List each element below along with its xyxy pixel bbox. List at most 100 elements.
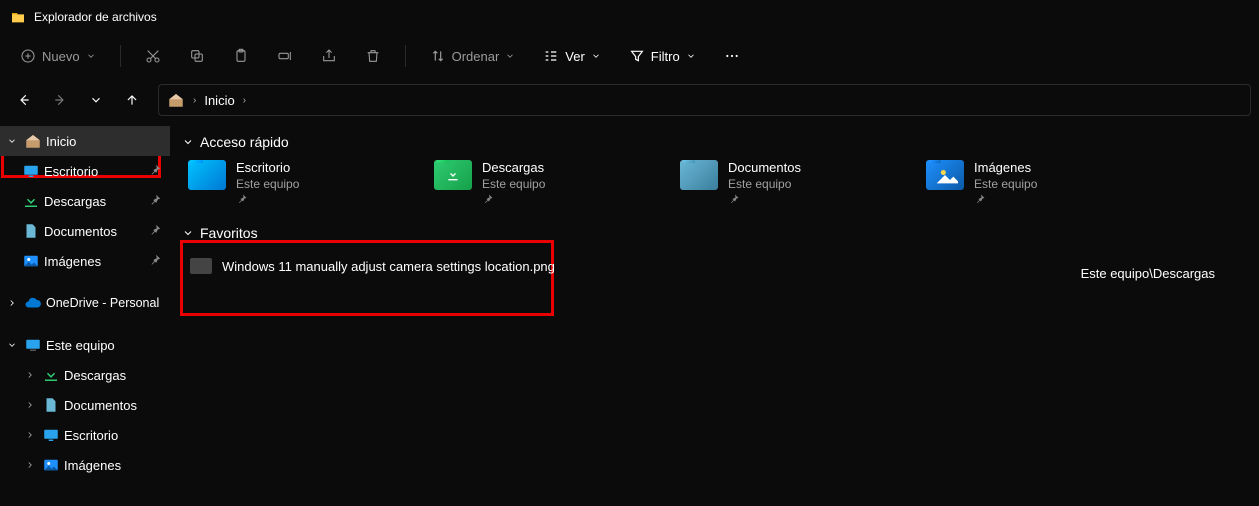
share-icon [321, 48, 337, 64]
sidebar-item-label: Inicio [46, 134, 76, 149]
section-quick-access[interactable]: Acceso rápido [182, 128, 1249, 156]
quick-access-sub: Este equipo [482, 177, 545, 191]
view-button-label: Ver [565, 49, 585, 64]
favorite-file-name: Windows 11 manually adjust camera settin… [222, 259, 555, 274]
quick-access-item[interactable]: Imágenes Este equipo [926, 160, 1146, 205]
chevron-down-icon [182, 136, 194, 148]
folder-icon [434, 160, 472, 190]
view-button[interactable]: Ver [533, 42, 611, 70]
image-thumbnail-icon [190, 258, 212, 274]
quick-access-item[interactable]: Escritorio Este equipo [188, 160, 408, 205]
delete-button[interactable] [355, 42, 391, 70]
toolbar-separator [120, 45, 121, 67]
sidebar-item-label: Descargas [64, 368, 126, 383]
sort-button[interactable]: Ordenar [420, 42, 526, 70]
section-favorites[interactable]: Favoritos [182, 219, 1249, 247]
breadcrumb[interactable]: › Inicio › [158, 84, 1251, 116]
arrow-up-icon [125, 93, 139, 107]
chevron-right-icon [7, 298, 17, 308]
rename-icon [277, 48, 293, 64]
paste-button[interactable] [223, 42, 259, 70]
filter-button-label: Filtro [651, 49, 680, 64]
nav-recent-button[interactable] [80, 84, 112, 116]
desktop-icon [42, 426, 60, 444]
sidebar-item-pc-documentos[interactable]: Documentos [0, 390, 170, 420]
quick-access-item[interactable]: Documentos Este equipo [680, 160, 900, 205]
sidebar-item-label: Imágenes [44, 254, 101, 269]
pc-icon [24, 336, 42, 354]
chevron-down-icon [89, 93, 103, 107]
toolbar: Nuevo Ordenar Ver Filtro [0, 34, 1259, 78]
quick-access-name: Documentos [728, 160, 801, 175]
chevron-right-icon [25, 370, 35, 380]
share-button[interactable] [311, 42, 347, 70]
chevron-right-icon [25, 400, 35, 410]
cut-button[interactable] [135, 42, 171, 70]
main-content: Acceso rápido Escritorio Este equipo Des… [170, 122, 1259, 506]
copy-icon [189, 48, 205, 64]
sidebar-item-label: OneDrive - Personal [46, 296, 159, 310]
clipboard-icon [233, 48, 249, 64]
sidebar-item-pc-imagenes[interactable]: Imágenes [0, 450, 170, 480]
picture-icon [22, 252, 40, 270]
pin-icon [482, 193, 545, 205]
chevron-down-icon [7, 340, 17, 350]
nav-back-button[interactable] [8, 84, 40, 116]
sidebar-item-este-equipo[interactable]: Este equipo [0, 330, 170, 360]
sort-button-label: Ordenar [452, 49, 500, 64]
nav-up-button[interactable] [116, 84, 148, 116]
quick-access-name: Descargas [482, 160, 545, 175]
sidebar-item-onedrive[interactable]: OneDrive - Personal [0, 288, 170, 318]
nav-row: › Inicio › [0, 78, 1259, 122]
sidebar-item-label: Escritorio [64, 428, 118, 443]
nav-forward-button[interactable] [44, 84, 76, 116]
sidebar-item-label: Imágenes [64, 458, 121, 473]
breadcrumb-root[interactable]: Inicio [204, 93, 234, 108]
new-button[interactable]: Nuevo [10, 42, 106, 70]
sidebar-item-label: Escritorio [44, 164, 98, 179]
copy-button[interactable] [179, 42, 215, 70]
sidebar-item-imagenes[interactable]: Imágenes [0, 246, 170, 276]
quick-access-row: Escritorio Este equipo Descargas Este eq… [182, 156, 1249, 215]
section-label: Favoritos [200, 225, 258, 241]
cloud-icon [24, 294, 42, 312]
chevron-right-icon [25, 430, 35, 440]
pin-icon [974, 193, 1037, 205]
sidebar: Inicio Escritorio Descargas Documentos I… [0, 122, 170, 506]
trash-icon [365, 48, 381, 64]
sidebar-item-descargas[interactable]: Descargas [0, 186, 170, 216]
filter-button[interactable]: Filtro [619, 42, 706, 70]
filter-icon [629, 48, 645, 64]
sidebar-item-home[interactable]: Inicio [0, 126, 170, 156]
home-icon [24, 132, 42, 150]
quick-access-item[interactable]: Descargas Este equipo [434, 160, 654, 205]
scissors-icon [145, 48, 161, 64]
sidebar-item-pc-descargas[interactable]: Descargas [0, 360, 170, 390]
window-title: Explorador de archivos [34, 10, 157, 24]
chevron-down-icon [686, 51, 696, 61]
more-button[interactable] [714, 42, 750, 70]
folder-icon [926, 160, 964, 190]
pin-icon [728, 193, 801, 205]
download-icon [42, 366, 60, 384]
arrow-left-icon [17, 93, 31, 107]
rename-button[interactable] [267, 42, 303, 70]
home-icon [167, 91, 185, 109]
new-button-label: Nuevo [42, 49, 80, 64]
sidebar-item-pc-escritorio[interactable]: Escritorio [0, 420, 170, 450]
pin-icon [148, 223, 162, 237]
quick-access-sub: Este equipo [728, 177, 801, 191]
sidebar-item-documentos[interactable]: Documentos [0, 216, 170, 246]
arrow-right-icon [53, 93, 67, 107]
sidebar-item-label: Este equipo [46, 338, 115, 353]
app-icon [10, 9, 26, 25]
favorite-file-path: Este equipo\Descargas [1081, 266, 1215, 281]
toolbar-separator [405, 45, 406, 67]
pin-icon [148, 253, 162, 267]
sidebar-item-escritorio[interactable]: Escritorio [0, 156, 170, 186]
breadcrumb-separator: › [243, 95, 246, 106]
quick-access-sub: Este equipo [974, 177, 1037, 191]
more-icon [724, 48, 740, 64]
quick-access-sub: Este equipo [236, 177, 299, 191]
breadcrumb-separator: › [193, 95, 196, 106]
